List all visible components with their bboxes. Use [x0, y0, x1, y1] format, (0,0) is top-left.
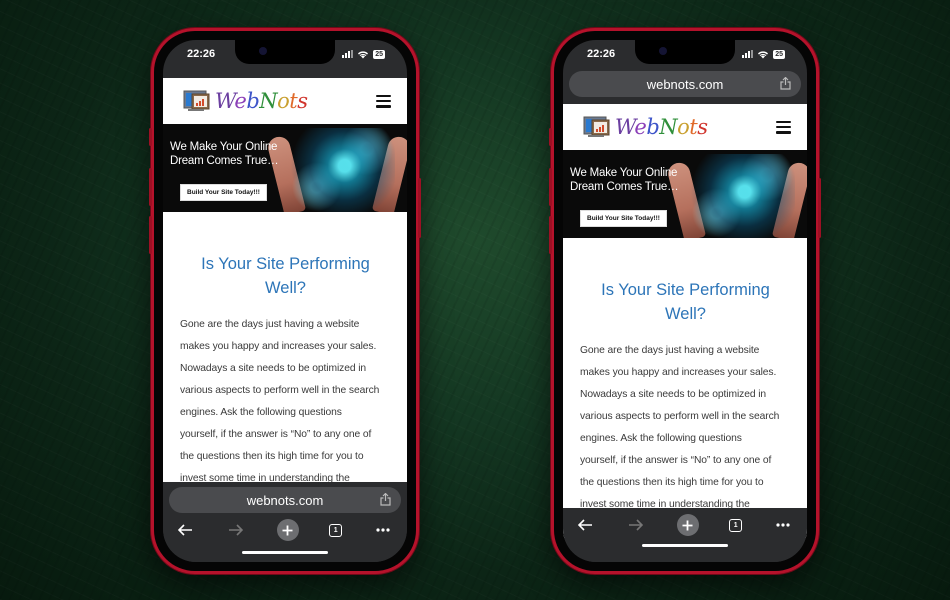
phone-left: 22:26 25 WebNots We Make Your Online Dre…	[149, 28, 421, 574]
forward-arrow-icon[interactable]	[226, 520, 246, 540]
article-content: Is Your Site Performing Well? Gone are t…	[563, 238, 807, 538]
share-icon[interactable]	[780, 77, 791, 90]
front-camera	[659, 47, 667, 55]
volume-up-button	[149, 168, 152, 206]
hero-banner: We Make Your Online Dream Comes True… Bu…	[163, 124, 407, 212]
home-indicator[interactable]	[642, 544, 728, 547]
status-bar: 22:26 25	[563, 40, 807, 68]
battery-icon: 25	[373, 49, 385, 59]
tabs-count-icon[interactable]: 1	[329, 523, 343, 537]
article-paragraph: Gone are the days just having a website …	[580, 345, 780, 510]
new-tab-plus-icon[interactable]	[676, 514, 699, 536]
dynamic-notch	[235, 40, 335, 64]
banner-globe-image	[683, 154, 795, 238]
back-arrow-icon[interactable]	[175, 520, 195, 540]
wifi-icon	[358, 50, 369, 58]
status-time: 22:26	[587, 48, 616, 60]
phone-bezel: 22:26 25 WebNots We Make Your Online Dre…	[154, 31, 416, 571]
power-button	[818, 178, 821, 238]
hamburger-menu-icon[interactable]	[776, 120, 791, 134]
address-bar[interactable]: webnots.com	[569, 71, 801, 97]
phone-screen: 22:26 25 WebNots We Make Your Online Dre…	[163, 40, 407, 562]
status-time: 22:26	[187, 48, 216, 60]
build-site-button[interactable]: Build Your Site Today!!!	[580, 210, 667, 227]
logo-text: WebNots	[615, 115, 708, 139]
power-button	[418, 178, 421, 238]
phone-screen: 22:26 25 webnots.com WebNots We Make You…	[563, 40, 807, 562]
tabs-count-icon[interactable]: 1	[729, 518, 743, 532]
build-site-button[interactable]: Build Your Site Today!!!	[180, 184, 267, 201]
volume-down-button	[549, 216, 552, 254]
article-content: Is Your Site Performing Well? Gone are t…	[163, 212, 407, 512]
wifi-icon	[758, 50, 769, 58]
front-camera	[259, 47, 267, 55]
site-logo[interactable]: WebNots	[583, 115, 708, 139]
article-heading: Is Your Site Performing Well?	[201, 255, 370, 297]
logo-chart-icon	[583, 116, 610, 137]
battery-icon: 25	[773, 49, 785, 59]
browser-toolbar: 1	[163, 513, 407, 547]
browser-toolbar: 1	[563, 508, 807, 542]
address-bar[interactable]: webnots.com	[169, 487, 401, 513]
phone-bezel: 22:26 25 webnots.com WebNots We Make You…	[554, 31, 816, 571]
banner-tagline: We Make Your Online Dream Comes True…	[170, 141, 279, 167]
phone-right: 22:26 25 webnots.com WebNots We Make You…	[549, 28, 821, 574]
hamburger-menu-icon[interactable]	[376, 94, 391, 108]
silent-switch	[549, 128, 552, 146]
volume-up-button	[549, 168, 552, 206]
browser-bottom-bar: 1	[563, 508, 807, 562]
more-options-icon[interactable]	[373, 520, 393, 540]
new-tab-plus-icon[interactable]	[276, 519, 299, 541]
logo-text: WebNots	[215, 89, 308, 113]
back-arrow-icon[interactable]	[575, 515, 595, 535]
site-header: WebNots	[163, 78, 407, 124]
address-text: webnots.com	[246, 492, 324, 508]
forward-arrow-icon[interactable]	[626, 515, 646, 535]
silent-switch	[149, 128, 152, 146]
volume-down-button	[149, 216, 152, 254]
status-bar: 22:26 25	[163, 40, 407, 68]
article-paragraph: Gone are the days just having a website …	[180, 319, 380, 484]
banner-globe-image	[283, 128, 395, 212]
home-indicator[interactable]	[242, 551, 328, 554]
dynamic-notch	[635, 40, 735, 64]
logo-chart-icon	[183, 90, 210, 111]
signal-icon	[742, 50, 754, 58]
address-text: webnots.com	[646, 76, 724, 92]
hero-banner: We Make Your Online Dream Comes True… Bu…	[563, 150, 807, 238]
share-icon[interactable]	[380, 493, 391, 506]
browser-bottom-bar: webnots.com 1	[163, 482, 407, 562]
site-logo[interactable]: WebNots	[183, 89, 308, 113]
more-options-icon[interactable]	[773, 515, 793, 535]
signal-icon	[342, 50, 354, 58]
article-heading: Is Your Site Performing Well?	[601, 281, 770, 323]
banner-tagline: We Make Your Online Dream Comes True…	[570, 167, 679, 193]
site-header: WebNots	[563, 104, 807, 150]
